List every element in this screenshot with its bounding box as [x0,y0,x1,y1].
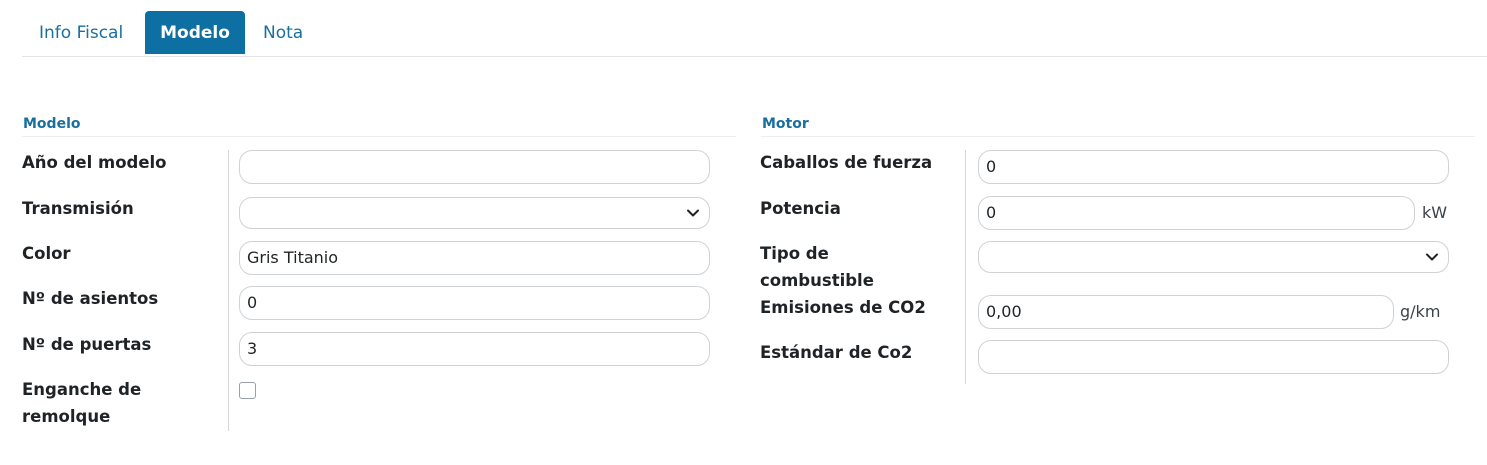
label-horsepower: Caballos de fuerza [760,153,933,172]
label-transmission: Transmisión [22,199,134,218]
section-divider [22,136,736,137]
transmission-select[interactable] [239,197,710,229]
seats-input[interactable]: 0 [239,286,710,320]
color-input[interactable]: Gris Titanio [239,241,710,275]
chevron-down-icon [1426,253,1438,261]
column-divider [965,150,966,384]
doors-input[interactable]: 3 [239,332,710,366]
label-seats: Nº de asientos [22,289,159,308]
label-color: Color [22,244,71,263]
label-model-year: Año del modelo [22,153,167,172]
model-year-input[interactable] [239,150,710,184]
horsepower-input[interactable]: 0 [978,150,1449,184]
section-title-modelo: Modelo [23,116,81,132]
label-fuel-type: Tipo de combustible [760,244,874,290]
power-unit: kW [1422,203,1448,222]
co2-emissions-input[interactable]: 0,00 [978,295,1394,329]
chevron-down-icon [687,209,699,217]
co2-unit: g/km [1400,302,1441,321]
fuel-type-select[interactable] [978,241,1449,273]
label-doors: Nº de puertas [22,335,152,354]
co2-standard-input[interactable] [978,340,1449,374]
tab-info-fiscal[interactable]: Info Fiscal [39,11,123,55]
column-divider [228,150,229,431]
towing-checkbox[interactable] [239,382,256,399]
label-co2-emissions: Emisiones de CO2 [760,298,926,317]
label-co2-standard: Estándar de Co2 [760,343,913,362]
section-divider [761,136,1475,137]
section-title-motor: Motor [762,116,809,132]
tab-bar: Info Fiscal Modelo Nota [22,11,1487,57]
label-power: Potencia [760,199,841,218]
tab-modelo[interactable]: Modelo [145,11,245,54]
tab-nota[interactable]: Nota [263,11,303,55]
power-input[interactable]: 0 [978,196,1415,230]
label-towing: Enganche de remolque [22,380,142,426]
